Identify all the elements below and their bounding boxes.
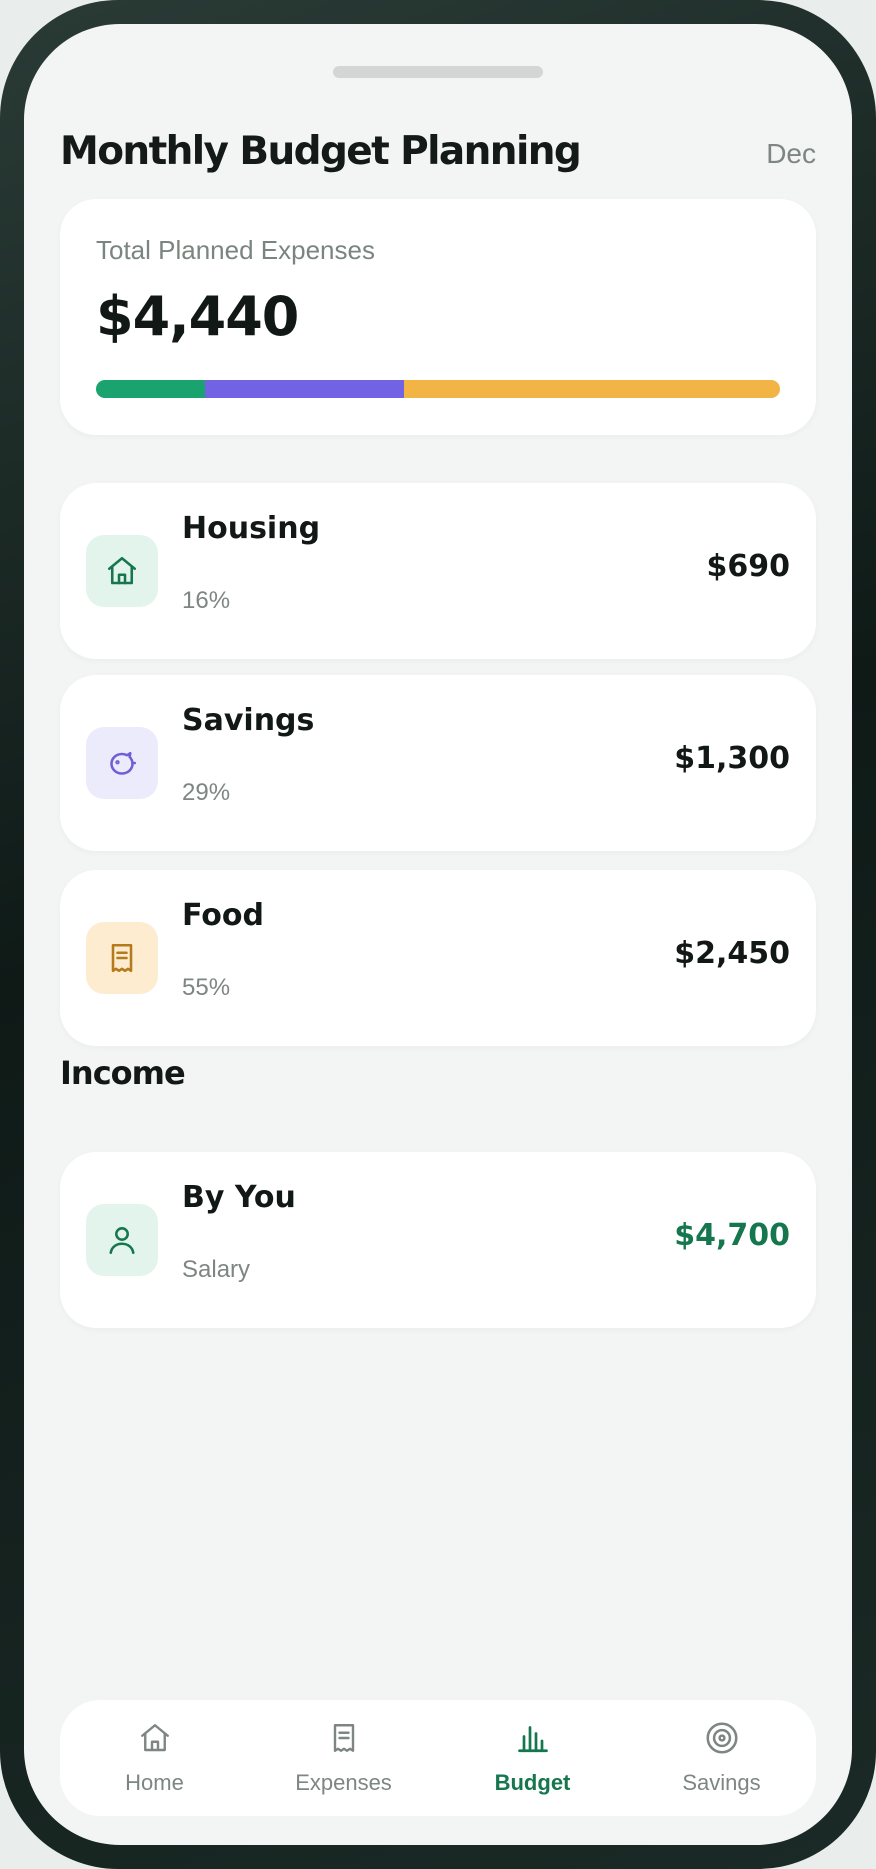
- expense-percent: 16%: [182, 587, 231, 614]
- sheet-grabber[interactable]: [333, 66, 543, 78]
- receipt-icon: [324, 1718, 364, 1758]
- phone-frame: Monthly Budget Planning Dec Total Planne…: [0, 0, 876, 1869]
- income-source: Salary: [182, 1256, 251, 1283]
- bottom-navigation: Home Expenses Budget Savings: [60, 1700, 816, 1816]
- income-row-by-you[interactable]: By You Salary $4,700: [60, 1152, 816, 1328]
- income-section-title: Income: [60, 1054, 186, 1092]
- expense-amount: $690: [706, 549, 791, 584]
- total-expenses-amount: $4,440: [96, 285, 299, 348]
- bar-segment-food: [403, 380, 780, 398]
- bar-segment-housing: [96, 380, 206, 398]
- home-icon: [86, 535, 158, 607]
- nav-item-savings[interactable]: Savings: [627, 1700, 816, 1816]
- app-screen: Monthly Budget Planning Dec Total Planne…: [24, 24, 852, 1845]
- nav-label: Budget: [494, 1770, 571, 1795]
- total-expenses-label: Total Planned Expenses: [96, 235, 375, 265]
- target-icon: [702, 1718, 742, 1758]
- month-selector[interactable]: Dec: [766, 138, 816, 170]
- expense-amount: $1,300: [674, 741, 790, 776]
- expense-percent: 55%: [182, 974, 231, 1001]
- page-header: Monthly Budget Planning Dec: [60, 116, 816, 186]
- bar-chart-icon: [513, 1718, 553, 1758]
- home-icon: [135, 1718, 175, 1758]
- expense-distribution-bar: [96, 380, 780, 398]
- expense-title: Food: [182, 898, 264, 933]
- piggy-bank-icon: [86, 727, 158, 799]
- expense-amount: $2,450: [674, 936, 790, 971]
- receipt-icon: [86, 922, 158, 994]
- income-title: By You: [182, 1180, 296, 1215]
- expense-title: Housing: [182, 511, 321, 546]
- page-title: Monthly Budget Planning: [60, 128, 582, 174]
- expense-row-housing[interactable]: Housing 16% $690: [60, 483, 816, 659]
- income-amount: $4,700: [674, 1218, 790, 1253]
- nav-label: Savings: [682, 1770, 761, 1795]
- nav-item-expenses[interactable]: Expenses: [249, 1700, 438, 1816]
- total-expenses-card: Total Planned Expenses $4,440: [60, 199, 816, 435]
- user-icon: [86, 1204, 158, 1276]
- bar-segment-savings: [205, 380, 404, 398]
- expense-percent: 29%: [182, 779, 231, 806]
- nav-item-home[interactable]: Home: [60, 1700, 249, 1816]
- nav-label: Home: [125, 1770, 184, 1795]
- expense-row-savings[interactable]: Savings 29% $1,300: [60, 675, 816, 851]
- expense-title: Savings: [182, 703, 315, 738]
- expense-row-food[interactable]: Food 55% $2,450: [60, 870, 816, 1046]
- nav-item-budget[interactable]: Budget: [438, 1700, 627, 1816]
- nav-label: Expenses: [295, 1770, 392, 1795]
